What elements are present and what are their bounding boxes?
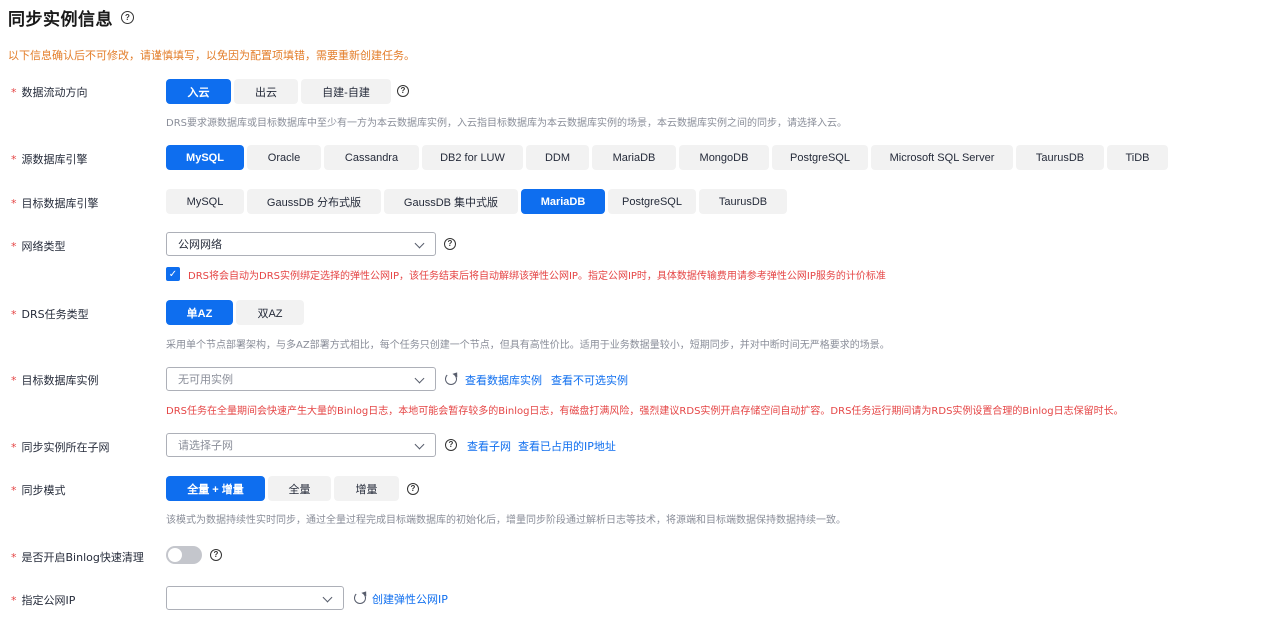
- required-asterisk: *: [11, 239, 17, 253]
- task-type-label: * DRS任务类型: [11, 306, 89, 322]
- view-subnet-link[interactable]: 查看子网: [467, 438, 511, 454]
- sync-mode-help-icon[interactable]: ?: [407, 483, 419, 495]
- source-engine-mariadb[interactable]: MariaDB: [592, 145, 676, 170]
- public-ip-select[interactable]: [166, 586, 344, 610]
- source-engine-label-text: 源数据库引擎: [21, 153, 88, 166]
- refresh-icon[interactable]: [354, 592, 366, 604]
- network-type-select[interactable]: 公网网络: [166, 232, 436, 256]
- target-engine-gaussdb-distributed[interactable]: GaussDB 分布式版: [247, 189, 381, 214]
- required-asterisk: *: [11, 483, 17, 497]
- sync-mode-hint: 该模式为数据持续性实时同步，通过全量过程完成目标端数据库的初始化后，增量同步阶段…: [166, 515, 846, 526]
- sync-mode-label-text: 同步模式: [21, 484, 66, 497]
- binlog-clean-toggle[interactable]: [166, 546, 202, 564]
- page-notice: 以下信息确认后不可修改，请谨慎填写，以免因为配置项填错，需要重新创建任务。: [8, 49, 415, 62]
- source-engine-ddm[interactable]: DDM: [526, 145, 589, 170]
- help-icon[interactable]: ?: [121, 11, 134, 24]
- sync-mode-label: * 同步模式: [11, 482, 66, 498]
- view-unavailable-instances-link[interactable]: 查看不可选实例: [551, 372, 628, 388]
- source-engine-mongodb[interactable]: MongoDB: [679, 145, 769, 170]
- chevron-down-icon: [414, 373, 425, 384]
- sync-mode-group: 全量 + 增量 全量 增量: [166, 476, 402, 501]
- chevron-down-icon: [322, 592, 333, 603]
- required-asterisk: *: [11, 152, 17, 166]
- flow-option-outbound[interactable]: 出云: [234, 79, 298, 104]
- source-engine-label: * 源数据库引擎: [11, 151, 88, 167]
- create-eip-link[interactable]: 创建弹性公网IP: [372, 591, 448, 607]
- subnet-label: * 同步实例所在子网: [11, 439, 110, 455]
- public-ip-label-text: 指定公网IP: [21, 594, 76, 607]
- chevron-down-icon: [414, 439, 425, 450]
- required-asterisk: *: [11, 373, 17, 387]
- target-engine-mysql[interactable]: MySQL: [166, 189, 244, 214]
- network-type-label-text: 网络类型: [21, 240, 66, 253]
- flow-option-inbound[interactable]: 入云: [166, 79, 231, 104]
- required-asterisk: *: [11, 85, 17, 99]
- target-instance-warning: DRS任务在全量期间会快速产生大量的Binlog日志，本地可能会暂存较多的Bin…: [166, 406, 1124, 417]
- target-engine-group: MySQL GaussDB 分布式版 GaussDB 集中式版 MariaDB …: [166, 189, 790, 214]
- required-asterisk: *: [11, 593, 17, 607]
- page-header: 同步实例信息 ?: [8, 5, 134, 30]
- target-instance-value: 无可用实例: [178, 373, 233, 386]
- binlog-clean-label-text: 是否开启Binlog快速清理: [21, 551, 144, 564]
- source-engine-sqlserver[interactable]: Microsoft SQL Server: [871, 145, 1013, 170]
- target-engine-gaussdb-centralized[interactable]: GaussDB 集中式版: [384, 189, 518, 214]
- source-engine-group: MySQL Oracle Cassandra DB2 for LUW DDM M…: [166, 145, 1171, 170]
- target-engine-postgresql[interactable]: PostgreSQL: [608, 189, 696, 214]
- source-engine-tidb[interactable]: TiDB: [1107, 145, 1168, 170]
- flow-option-self-built[interactable]: 自建-自建: [301, 79, 391, 104]
- subnet-placeholder: 请选择子网: [178, 439, 233, 452]
- page-title: 同步实例信息: [8, 10, 113, 30]
- flow-direction-label: * 数据流动方向: [11, 84, 88, 100]
- task-type-dual-az[interactable]: 双AZ: [236, 300, 304, 325]
- target-instance-select[interactable]: 无可用实例: [166, 367, 436, 391]
- network-type-label: * 网络类型: [11, 238, 66, 254]
- task-type-group: 单AZ 双AZ: [166, 300, 307, 325]
- network-type-help-icon[interactable]: ?: [444, 238, 456, 250]
- subnet-select[interactable]: 请选择子网: [166, 433, 436, 457]
- chevron-down-icon: [414, 238, 425, 249]
- flow-direction-help-icon[interactable]: ?: [397, 85, 409, 97]
- task-type-single-az[interactable]: 单AZ: [166, 300, 233, 325]
- required-asterisk: *: [11, 196, 17, 210]
- eip-auto-bind-text: DRS将会自动为DRS实例绑定选择的弹性公网IP，该任务结束后将自动解绑该弹性公…: [188, 271, 886, 282]
- sync-mode-full-incremental[interactable]: 全量 + 增量: [166, 476, 265, 501]
- source-engine-db2[interactable]: DB2 for LUW: [422, 145, 523, 170]
- refresh-icon[interactable]: [445, 373, 457, 385]
- binlog-clean-help-icon[interactable]: ?: [210, 549, 222, 561]
- subnet-label-text: 同步实例所在子网: [21, 441, 110, 454]
- sync-mode-full[interactable]: 全量: [268, 476, 331, 501]
- network-type-value: 公网网络: [178, 238, 222, 251]
- target-engine-label-text: 目标数据库引擎: [21, 197, 99, 210]
- source-engine-oracle[interactable]: Oracle: [247, 145, 321, 170]
- flow-direction-group: 入云 出云 自建-自建: [166, 79, 394, 104]
- view-used-ip-link[interactable]: 查看已占用的IP地址: [518, 438, 616, 454]
- required-asterisk: *: [11, 440, 17, 454]
- checkmark-icon: ✓: [168, 268, 178, 280]
- binlog-clean-label: * 是否开启Binlog快速清理: [11, 549, 144, 565]
- target-engine-taurusdb[interactable]: TaurusDB: [699, 189, 787, 214]
- target-instance-label: * 目标数据库实例: [11, 372, 99, 388]
- required-asterisk: *: [11, 550, 17, 564]
- target-engine-label: * 目标数据库引擎: [11, 195, 99, 211]
- subnet-help-icon[interactable]: ?: [445, 439, 457, 451]
- view-db-instances-link[interactable]: 查看数据库实例: [465, 372, 542, 388]
- task-type-hint: 采用单个节点部署架构，与多AZ部署方式相比，每个任务只创建一个节点，但具有高性价…: [166, 340, 890, 351]
- source-engine-postgresql[interactable]: PostgreSQL: [772, 145, 868, 170]
- source-engine-mysql[interactable]: MySQL: [166, 145, 244, 170]
- toggle-knob: [168, 548, 182, 562]
- flow-direction-label-text: 数据流动方向: [21, 86, 88, 99]
- eip-auto-bind-checkbox[interactable]: ✓: [166, 267, 180, 281]
- required-asterisk: *: [11, 307, 17, 321]
- source-engine-cassandra[interactable]: Cassandra: [324, 145, 419, 170]
- task-type-label-text: DRS任务类型: [21, 308, 89, 321]
- target-instance-label-text: 目标数据库实例: [21, 374, 99, 387]
- source-engine-taurusdb[interactable]: TaurusDB: [1016, 145, 1104, 170]
- sync-mode-incremental[interactable]: 增量: [334, 476, 399, 501]
- target-engine-mariadb[interactable]: MariaDB: [521, 189, 605, 214]
- public-ip-label: * 指定公网IP: [11, 592, 75, 608]
- flow-direction-hint: DRS要求源数据库或目标数据库中至少有一方为本云数据库实例，入云指目标数据库为本…: [166, 118, 847, 129]
